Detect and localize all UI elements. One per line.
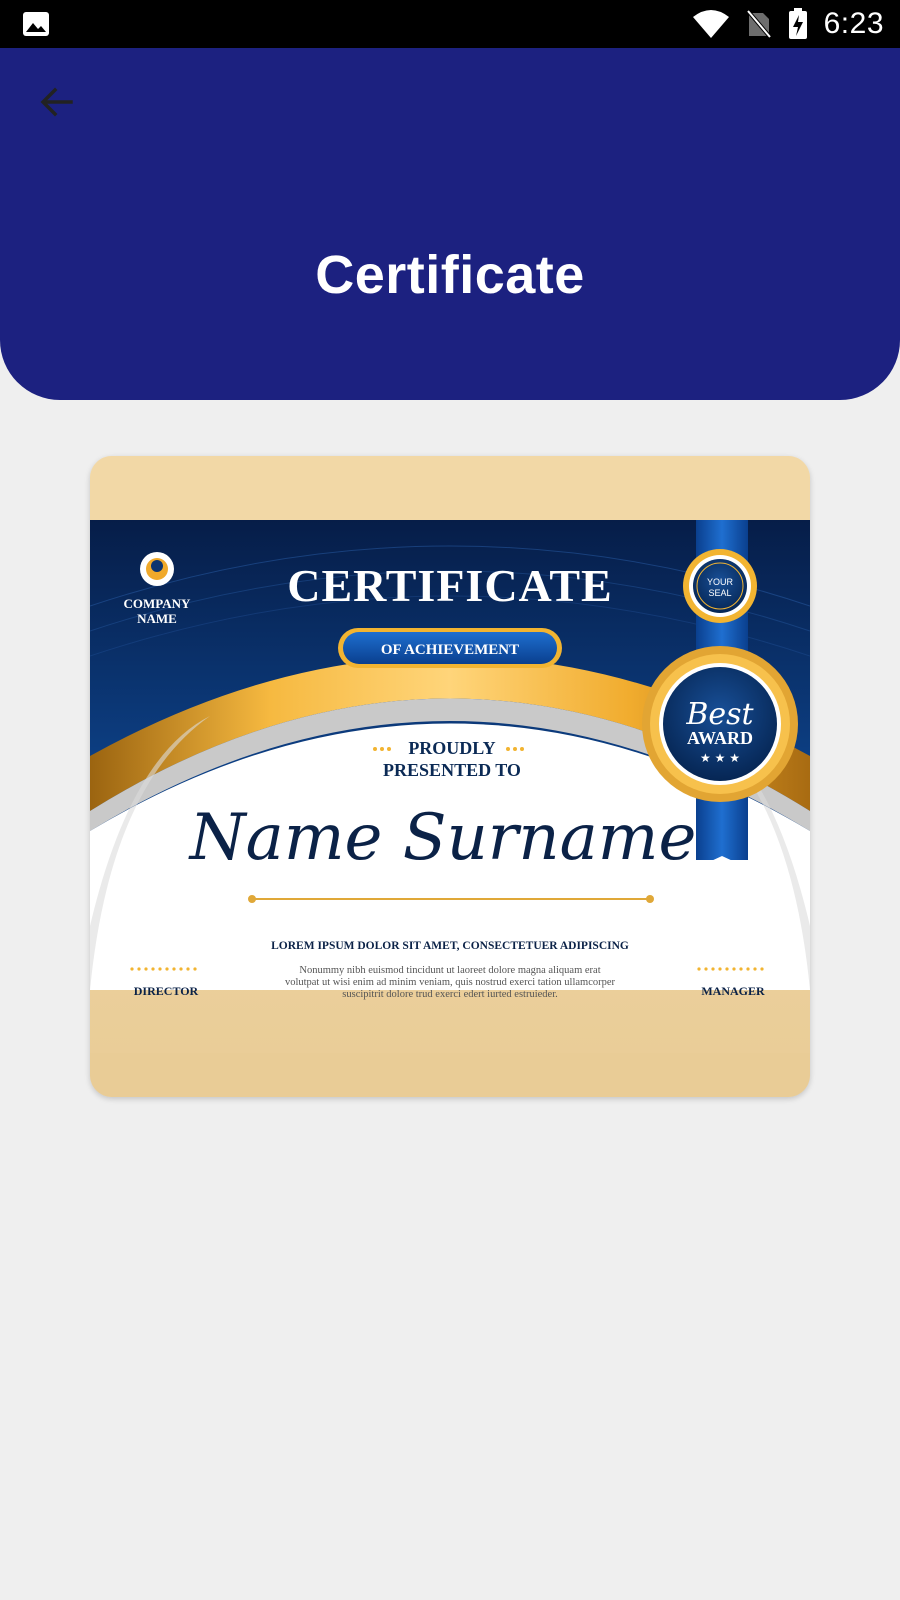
body-line2: volutpat ut wisi enim ad minim veniam, q…: [285, 977, 616, 988]
signature-right: MANAGER: [701, 984, 765, 998]
award-stars: ★ ★ ★: [700, 751, 740, 765]
page-title: Certificate: [315, 245, 585, 305]
body-line1: Nonummy nibh euismod tincidunt ut laoree…: [299, 965, 600, 976]
back-button[interactable]: [30, 76, 82, 128]
no-sim-icon: [746, 9, 772, 39]
seal-line1: YOUR: [707, 577, 734, 587]
seal-line2: SEAL: [708, 588, 731, 598]
certificate-image: COMPANY NAME CERTIFICATE OF ACHIEVEMENT …: [90, 456, 810, 1097]
company-name-line2: NAME: [137, 611, 177, 626]
arrow-back-icon: [40, 87, 73, 117]
image-icon: [23, 12, 49, 36]
award-script: Best: [685, 697, 754, 732]
body-line3: suscipitrit dolore trud exerci edert iur…: [342, 989, 557, 1000]
header: Certificate: [0, 48, 900, 400]
clock: 6:23: [823, 7, 884, 40]
proudly-text: PROUDLY: [408, 738, 495, 758]
award-text: AWARD: [687, 728, 753, 748]
certificate-artwork: COMPANY NAME CERTIFICATE OF ACHIEVEMENT …: [90, 456, 810, 1097]
wifi-icon: [692, 10, 729, 38]
certificate-subtitle: OF ACHIEVEMENT: [381, 642, 519, 658]
presented-to-text: PRESENTED TO: [383, 760, 521, 780]
signature-left: DIRECTOR: [134, 984, 199, 998]
company-name-line1: COMPANY: [124, 596, 192, 611]
recipient-name: Name Surname: [188, 801, 697, 875]
status-bar: 6:23: [0, 0, 900, 48]
battery-charging-icon: [788, 8, 807, 39]
lorem-heading: LOREM IPSUM DOLOR SIT AMET, CONSECTETUER…: [271, 940, 629, 952]
company-logo: [140, 552, 174, 586]
certificate-title: CERTIFICATE: [287, 560, 612, 611]
